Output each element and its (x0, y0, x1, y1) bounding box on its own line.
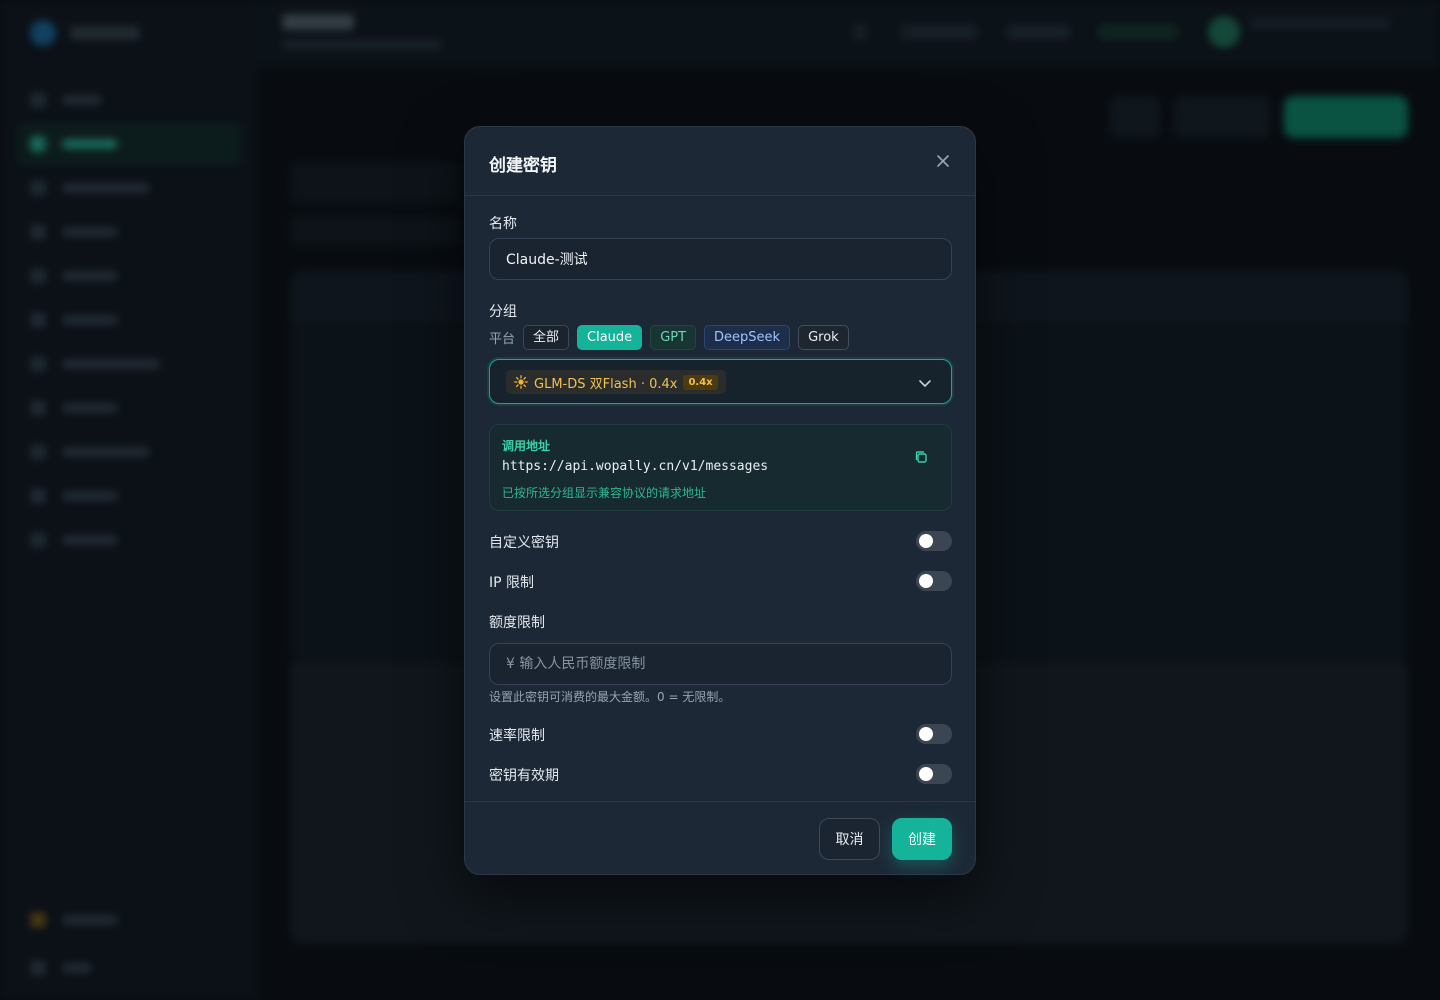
create-key-modal: 创建密钥 名称 分组 平台 全部 Claude GPT DeepSeek Gro… (464, 126, 976, 875)
create-button[interactable]: 创建 (892, 818, 952, 860)
group-select-text: GLM-DS 双Flash · 0.4x (534, 376, 678, 392)
quota-label: 额度限制 (489, 615, 545, 631)
copy-icon[interactable] (913, 449, 929, 465)
chevron-down-icon (919, 380, 931, 387)
ip-limit-row: IP 限制 (489, 569, 952, 593)
expiry-label: 密钥有效期 (489, 768, 559, 784)
modal-footer: 取消 创建 (465, 801, 975, 876)
toggle-knob (919, 727, 933, 741)
group-label: 分组 (489, 304, 517, 320)
toggle-knob (919, 767, 933, 781)
cancel-button[interactable]: 取消 (819, 818, 880, 860)
close-icon[interactable] (933, 151, 953, 171)
endpoint-box: 调用地址 https://api.wopally.cn/v1/messages … (489, 424, 952, 511)
group-select[interactable]: GLM-DS 双Flash · 0.4x 0.4x (489, 359, 952, 404)
ip-limit-toggle[interactable] (916, 571, 952, 591)
quota-input[interactable] (489, 643, 952, 685)
platform-label: 平台 (489, 332, 516, 347)
platform-chip-claude[interactable]: Claude (577, 325, 643, 350)
expiry-row: 密钥有效期 (489, 762, 952, 786)
platform-filter: 平台 全部 Claude GPT DeepSeek Grok (489, 325, 849, 350)
group-select-value: GLM-DS 双Flash · 0.4x 0.4x (506, 370, 726, 394)
platform-chip-all[interactable]: 全部 (523, 325, 570, 350)
multiplier-badge: 0.4x (683, 374, 718, 390)
quota-hint: 设置此密钥可消费的最大金额。0 = 无限制。 (489, 690, 731, 704)
ip-limit-label: IP 限制 (489, 575, 535, 591)
modal-title: 创建密钥 (489, 156, 557, 176)
custom-key-row: 自定义密钥 (489, 529, 952, 553)
modal-header: 创建密钥 (465, 127, 975, 196)
rate-limit-toggle[interactable] (916, 724, 952, 744)
name-label: 名称 (489, 216, 517, 232)
expiry-toggle[interactable] (916, 764, 952, 784)
sun-icon (514, 375, 528, 389)
rate-limit-label: 速率限制 (489, 728, 545, 744)
endpoint-url: https://api.wopally.cn/v1/messages (502, 459, 769, 474)
custom-key-label: 自定义密钥 (489, 535, 559, 551)
platform-chip-gpt[interactable]: GPT (650, 325, 697, 350)
name-input[interactable] (489, 238, 952, 280)
rate-limit-row: 速率限制 (489, 722, 952, 746)
endpoint-note: 已按所选分组显示兼容协议的请求地址 (502, 486, 707, 500)
platform-chip-grok[interactable]: Grok (798, 325, 849, 350)
toggle-knob (919, 574, 933, 588)
toggle-knob (919, 534, 933, 548)
endpoint-label: 调用地址 (502, 439, 551, 453)
custom-key-toggle[interactable] (916, 531, 952, 551)
platform-chip-deepseek[interactable]: DeepSeek (704, 325, 791, 350)
